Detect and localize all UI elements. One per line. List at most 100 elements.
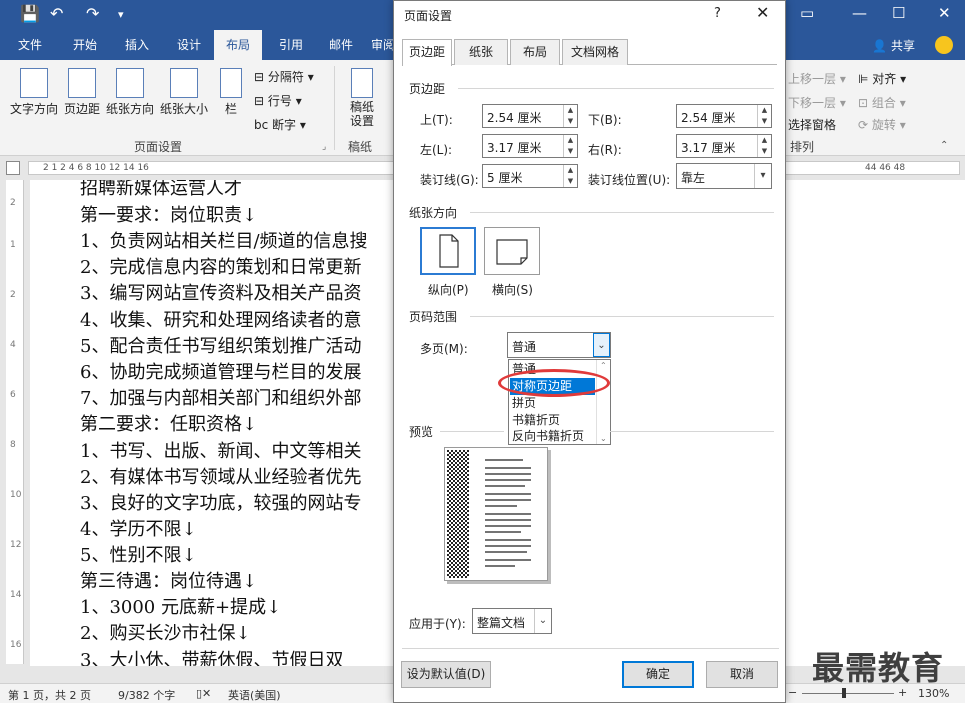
tab-layout[interactable]: 布局	[214, 30, 262, 60]
tab-layout-dialog[interactable]: 布局	[510, 39, 560, 65]
text-direction-button[interactable]: 文字方向	[8, 68, 60, 117]
gutter-value: 5 厘米	[487, 171, 523, 185]
page-setup-group-label: 页面设置	[134, 140, 183, 154]
scroll-down-icon[interactable]: ⌄	[600, 434, 607, 443]
tab-margins[interactable]: 页边距	[402, 39, 452, 66]
option-book-fold[interactable]: 书籍折页	[510, 412, 595, 429]
size-button[interactable]: 纸张大小	[158, 68, 210, 117]
zoom-slider[interactable]	[802, 693, 894, 694]
bottom-margin-input[interactable]: 2.54 厘米 ▲ ▼	[676, 104, 772, 128]
margins-icon	[68, 68, 96, 98]
breaks-button[interactable]: ⊟ 分隔符 ▾	[254, 68, 314, 85]
annotation-highlight-ellipse	[498, 369, 610, 397]
spinner-icon[interactable]: ▲ ▼	[757, 105, 771, 127]
set-default-button[interactable]: 设为默认值(D)	[401, 661, 491, 688]
vertical-ruler[interactable]: 2 1 2 4 6 8 10 12 14 16	[6, 180, 24, 664]
bring-forward-label: 上移一层	[788, 72, 837, 86]
collapse-ribbon-icon[interactable]: ⌃	[940, 140, 948, 151]
right-margin-input[interactable]: 3.17 厘米 ▲ ▼	[676, 134, 772, 158]
minimize-icon[interactable]: —	[852, 4, 867, 22]
tab-doc-grid[interactable]: 文档网格	[562, 39, 628, 65]
top-margin-input[interactable]: 2.54 厘米 ▲ ▼	[482, 104, 578, 128]
ribbon-display-icon[interactable]: ▭	[800, 4, 814, 22]
ok-button[interactable]: 确定	[622, 661, 694, 688]
customize-qa-icon[interactable]: ▾	[118, 8, 124, 21]
landscape-option[interactable]	[484, 227, 540, 275]
feedback-smiley-icon[interactable]	[935, 36, 953, 54]
scroll-up-icon[interactable]: ⌃	[600, 361, 607, 370]
multiple-pages-select[interactable]: 普通 ⌄	[507, 332, 611, 358]
page-setup-launcher-icon[interactable]: ⌟	[322, 142, 326, 152]
group-label: 组合	[871, 96, 896, 110]
window-close-icon[interactable]: ✕	[938, 4, 951, 22]
margins-button[interactable]: 页边距	[62, 68, 102, 117]
proofing-icon[interactable]: ▯✕	[196, 687, 211, 700]
portrait-option[interactable]	[420, 227, 476, 275]
landscape-label[interactable]: 横向(S)	[492, 281, 533, 298]
line-numbers-button[interactable]: ⊟ 行号 ▾	[254, 92, 302, 109]
text-direction-icon	[20, 68, 48, 98]
option-reverse-book-fold[interactable]: 反向书籍折页	[510, 428, 595, 445]
align-label: 对齐	[872, 72, 897, 86]
align-button[interactable]: ⊫ 对齐 ▾	[858, 70, 906, 87]
doc-line: 2、有媒体书写领域从业经验者优先	[80, 467, 362, 488]
size-label: 纸张大小	[159, 102, 208, 116]
zoom-slider-thumb[interactable]	[842, 688, 846, 698]
option-two-pages[interactable]: 拼页	[510, 395, 595, 412]
doc-line: 3、编写网站宣传资料及相关产品资	[80, 283, 362, 304]
hyphenation-button[interactable]: bc 断字 ▾	[254, 116, 306, 133]
orientation-button[interactable]: 纸张方向	[104, 68, 156, 117]
rotate-button[interactable]: ⟳ 旋转 ▾	[858, 116, 906, 133]
help-button[interactable]: ?	[714, 6, 721, 21]
language-indicator[interactable]: 英语(美国)	[228, 687, 281, 703]
ruler-ticks-right: 44 46 48	[865, 163, 906, 173]
doc-line: 5、性别不限↓	[80, 545, 197, 566]
spinner-icon[interactable]: ▲ ▼	[563, 165, 577, 187]
margins-section-label: 页边距	[409, 82, 446, 96]
maximize-icon[interactable]: ☐	[892, 4, 905, 22]
dropdown-scrollbar[interactable]: ⌃ ⌄	[596, 360, 610, 444]
gutter-position-select[interactable]: 靠左 ▾	[676, 163, 772, 189]
bring-forward-button[interactable]: 上移一层 ▾	[788, 70, 846, 87]
landscape-icon	[496, 239, 528, 265]
doc-line: 1、负责网站相关栏目/频道的信息搜	[80, 231, 368, 252]
selection-pane-button[interactable]: 选择窗格	[788, 116, 836, 133]
gutter-input[interactable]: 5 厘米 ▲ ▼	[482, 164, 578, 188]
page-count[interactable]: 第 1 页，共 2 页	[8, 687, 91, 703]
send-backward-button[interactable]: 下移一层 ▾	[788, 94, 846, 111]
zoom-out-icon[interactable]: −	[788, 686, 797, 699]
dialog-close-button[interactable]: ✕	[756, 3, 769, 22]
doc-line: 6、协助完成频道管理与栏目的发展	[80, 362, 362, 383]
tab-paper[interactable]: 纸张	[454, 39, 508, 65]
spinner-icon[interactable]: ▲ ▼	[563, 105, 577, 127]
apply-to-select[interactable]: 整篇文档 ⌄	[472, 608, 552, 634]
orientation-icon	[116, 68, 144, 98]
tab-references[interactable]: 引用	[268, 30, 314, 60]
redo-icon[interactable]: ↷	[86, 4, 99, 23]
columns-button[interactable]: 栏	[216, 68, 246, 117]
tab-insert[interactable]: 插入	[114, 30, 160, 60]
spinner-icon[interactable]: ▲ ▼	[757, 135, 771, 157]
tab-selector-icon[interactable]	[6, 161, 20, 175]
word-count[interactable]: 9/382 个字	[118, 687, 175, 703]
tab-home[interactable]: 开始	[62, 30, 108, 60]
undo-icon[interactable]: ↶	[50, 4, 63, 23]
doc-line: 第二要求：任职资格↓	[80, 414, 258, 435]
right-margin-label: 右(R):	[588, 143, 622, 157]
group-button[interactable]: ⊡ 组合 ▾	[858, 94, 906, 111]
portrait-label[interactable]: 纵向(P)	[428, 281, 469, 298]
cancel-button[interactable]: 取消	[706, 661, 778, 688]
chevron-down-icon[interactable]: ⌄	[593, 333, 610, 357]
columns-label: 栏	[224, 102, 237, 116]
watermark-logo: 最需教育	[812, 649, 945, 687]
tab-file[interactable]: 文件	[8, 30, 52, 60]
left-margin-input[interactable]: 3.17 厘米 ▲ ▼	[482, 134, 578, 158]
draft-settings-button[interactable]: 稿纸 设置	[344, 68, 380, 128]
tab-design[interactable]: 设计	[166, 30, 212, 60]
section-rule	[440, 431, 504, 432]
spinner-icon[interactable]: ▲ ▼	[563, 135, 577, 157]
chevron-down-icon: ▾	[754, 164, 771, 188]
save-icon[interactable]: 💾	[20, 4, 40, 23]
tab-mailings[interactable]: 邮件	[318, 30, 364, 60]
share-button[interactable]: 👤 共享	[872, 37, 915, 54]
